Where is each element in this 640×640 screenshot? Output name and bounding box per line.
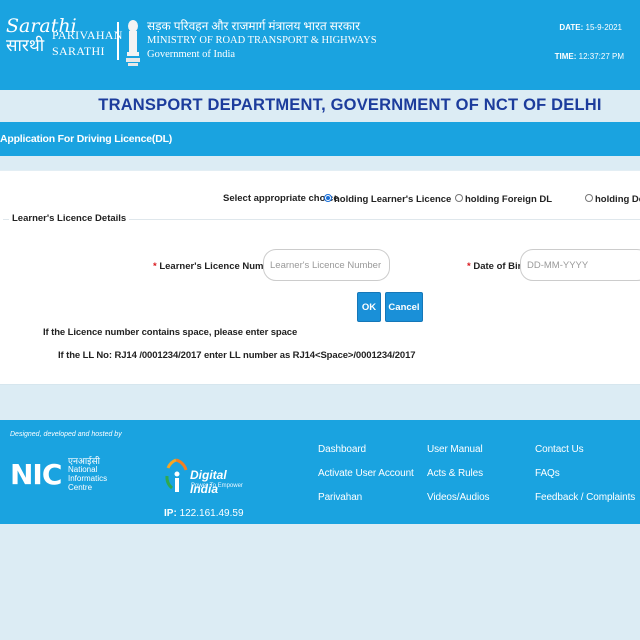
dob-input[interactable] — [520, 249, 640, 281]
required-mark: * — [153, 261, 157, 272]
ip-address: IP: 122.161.49.59 — [164, 508, 244, 519]
site-footer: Designed, developed and hosted by NIC एन… — [0, 420, 640, 524]
nic-line3: Centre — [68, 483, 93, 492]
footer-link-user-manual[interactable]: User Manual — [427, 444, 483, 455]
nic-fullname: National Informatics Centre — [68, 465, 107, 492]
sarathi-line: SARATHI — [52, 44, 105, 58]
date-display: DATE: 15-9-2021 — [559, 23, 622, 32]
time-value: 12:37:27 PM — [578, 52, 624, 61]
radio-learners-licence-label[interactable]: holding Learner's Licence — [334, 194, 451, 205]
radio-foreign-dl-label[interactable]: holding Foreign DL — [465, 194, 552, 205]
ll-number-label: * Learner's Licence Number — [153, 261, 278, 272]
digital-india-title: Digital India — [190, 468, 227, 496]
licence-format-example: If the LL No: RJ14 /0001234/2017 enter L… — [58, 350, 416, 361]
date-label: DATE: — [559, 23, 584, 32]
footer-link-acts-rules[interactable]: Acts & Rules — [427, 468, 483, 479]
learners-licence-fieldset: Learner's Licence Details * Learner's Li… — [3, 213, 640, 385]
footer-link-feedback-complaints[interactable]: Feedback / Complaints — [535, 492, 635, 503]
ministry-english: MINISTRY OF ROAD TRANSPORT & HIGHWAYS — [147, 35, 377, 46]
department-strip: TRANSPORT DEPARTMENT, GOVERNMENT OF NCT … — [0, 90, 640, 122]
sarathi-logo-text: Sarathi — [6, 15, 77, 37]
digital-india-tagline: Power To Empower — [191, 483, 243, 489]
radio-foreign-dl[interactable] — [455, 194, 463, 202]
digital-india-logo[interactable]: Digital India Power To Empower — [164, 454, 254, 498]
application-title-bar: Application For Driving Licence(DL) — [0, 122, 640, 156]
ip-label: IP: — [164, 508, 177, 519]
header-divider — [117, 22, 119, 60]
sarathi-logo[interactable]: Sarathi सारथी — [6, 15, 77, 64]
cancel-button[interactable]: Cancel — [385, 292, 423, 322]
site-header: Sarathi सारथी PARIVAHAN SARATHI सड़क परि… — [0, 0, 640, 90]
application-title: Application For Driving Licence(DL) — [0, 133, 173, 145]
ok-button[interactable]: OK — [357, 292, 381, 322]
government-of-india: Government of India — [147, 49, 236, 60]
footer-link-parivahan[interactable]: Parivahan — [318, 492, 362, 503]
department-title: TRANSPORT DEPARTMENT, GOVERNMENT OF NCT … — [98, 96, 602, 114]
date-value: 15-9-2021 — [585, 23, 622, 32]
footer-link-contact-us[interactable]: Contact Us — [535, 444, 584, 455]
designed-by-text: Designed, developed and hosted by — [10, 431, 122, 438]
footer-link-activate-user-account[interactable]: Activate User Account — [318, 468, 414, 479]
time-label: TIME: — [554, 52, 577, 61]
nic-logo-letters: NIC — [10, 458, 62, 491]
parivahan-sarathi-title: PARIVAHAN SARATHI — [52, 27, 123, 59]
ministry-hindi: सड़क परिवहन और राजमार्ग मंत्रालय भारत सर… — [147, 19, 360, 33]
choice-label: Select appropriate choice — [223, 193, 339, 204]
sarathi-logo-hindi: सारथी — [6, 36, 45, 56]
footer-link-faqs[interactable]: FAQs — [535, 468, 560, 479]
national-emblem-icon — [126, 20, 140, 66]
ll-number-label-text: Learner's Licence Number — [159, 261, 279, 272]
application-form-panel: Select appropriate choice holding Learne… — [0, 170, 640, 385]
nic-logo[interactable]: NIC एनआईसी National Informatics Centre — [10, 454, 110, 502]
digital-india-mark-icon — [165, 458, 188, 492]
nic-line2: Informatics — [68, 474, 108, 483]
ministry-block: सड़क परिवहन और राजमार्ग मंत्रालय भारत सर… — [147, 19, 377, 62]
nic-line1: National — [68, 465, 98, 474]
radio-learners-licence[interactable] — [324, 194, 332, 202]
footer-link-dashboard[interactable]: Dashboard — [318, 444, 366, 455]
radio-defence-label[interactable]: holding Defe — [595, 194, 640, 205]
ip-value: 122.161.49.59 — [179, 508, 244, 519]
radio-defence[interactable] — [585, 194, 593, 202]
footer-link-videos-audios[interactable]: Videos/Audios — [427, 492, 490, 503]
required-mark: * — [467, 261, 471, 272]
licence-space-note: If the Licence number contains space, pl… — [43, 327, 298, 338]
time-display: TIME: 12:37:27 PM — [555, 52, 624, 61]
fieldset-legend: Learner's Licence Details — [9, 213, 130, 224]
ll-number-input[interactable] — [263, 249, 390, 281]
parivahan-line: PARIVAHAN — [52, 28, 123, 42]
